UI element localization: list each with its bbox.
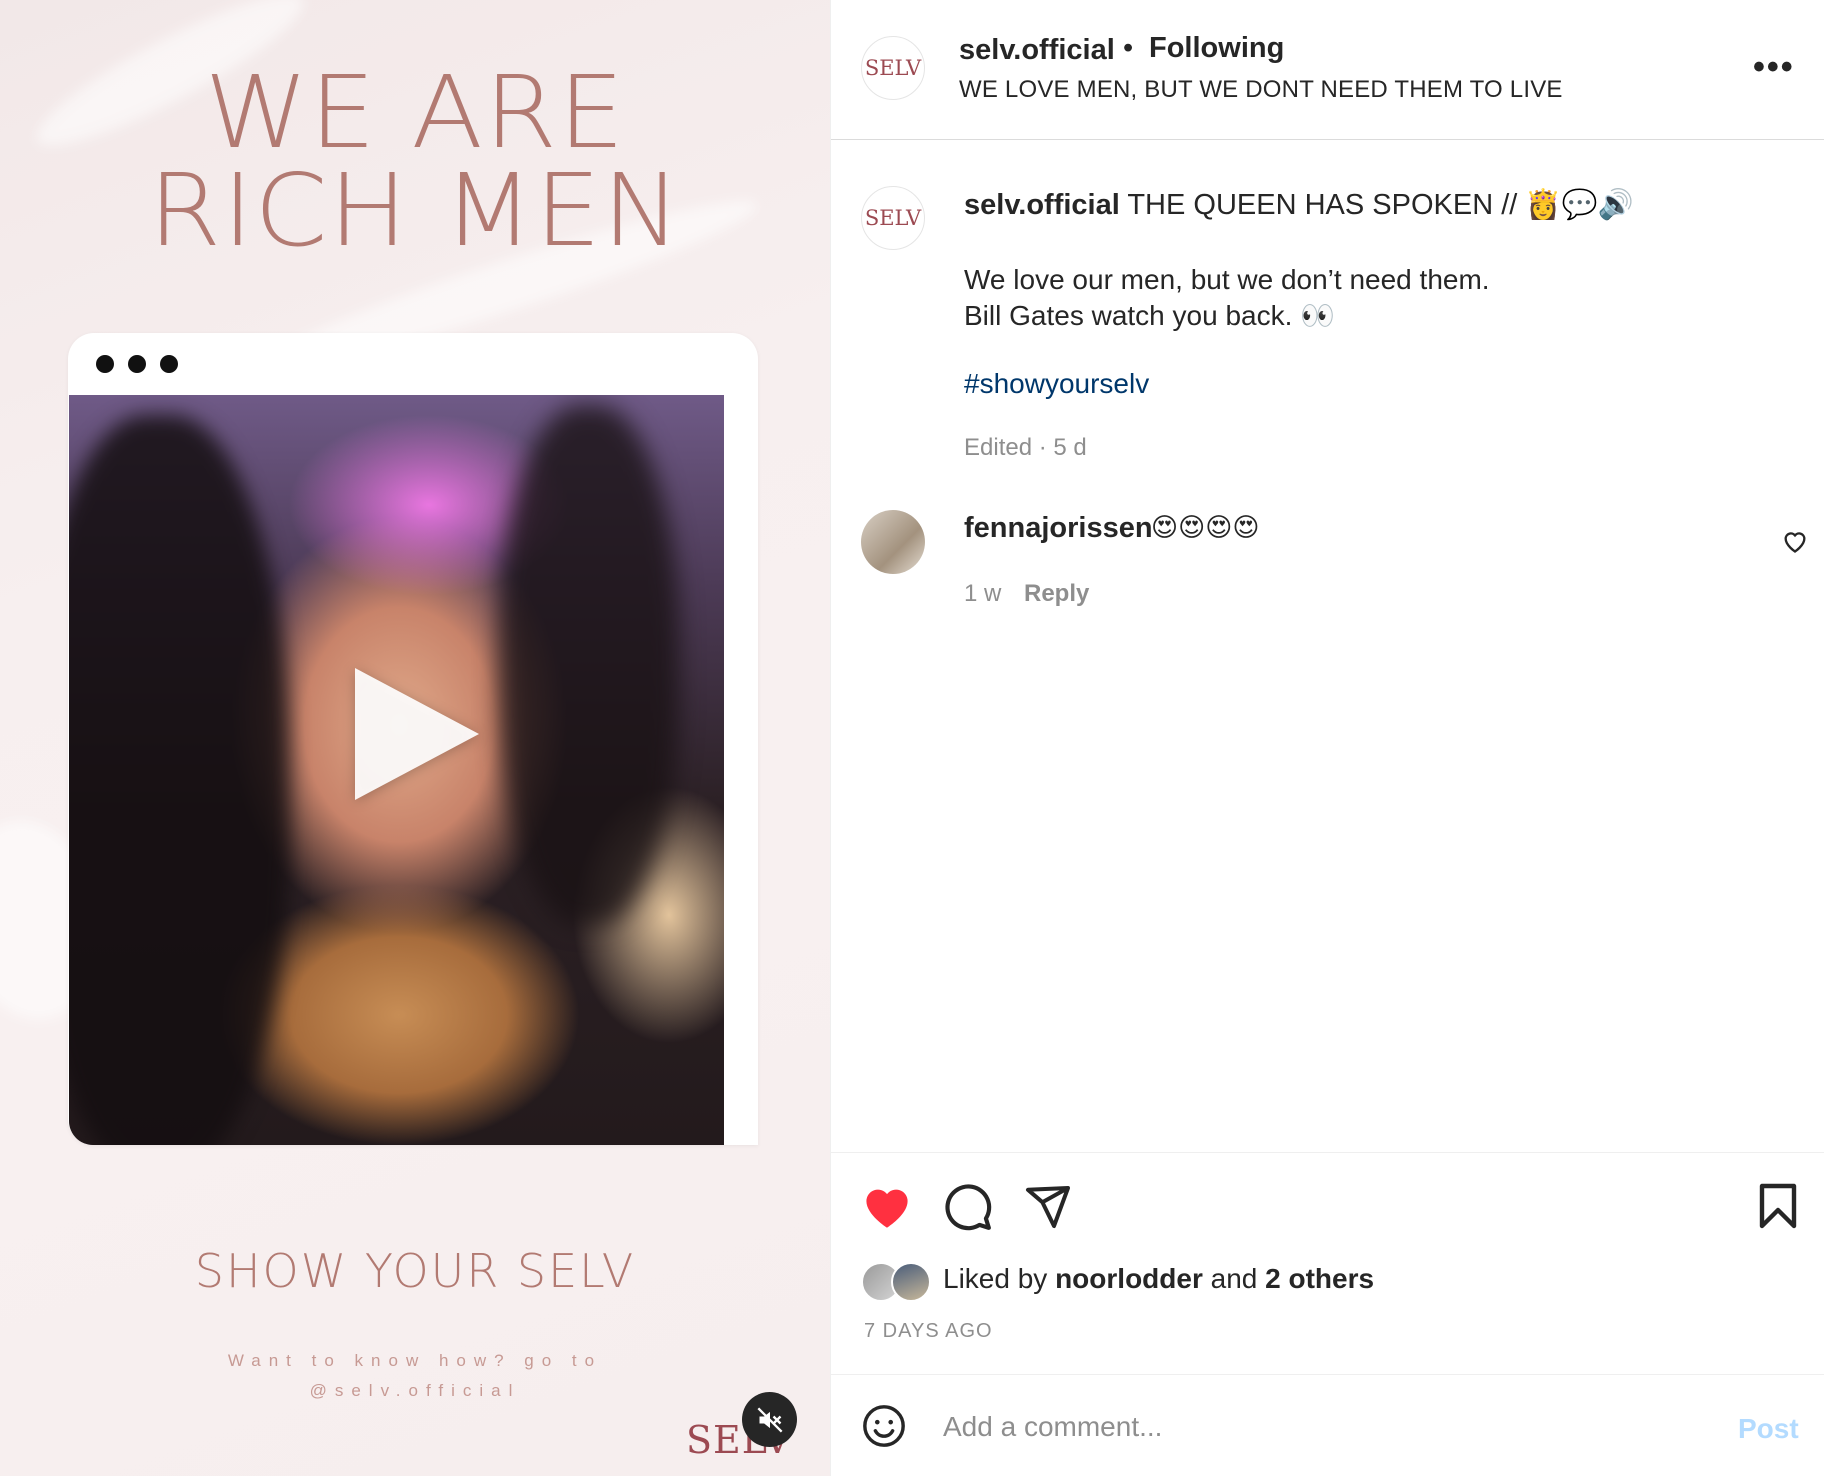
- media-instruction: Want to know how? go to @selv.official: [227, 1351, 603, 1400]
- window-dots: [96, 355, 178, 373]
- caption-username[interactable]: selv.official: [964, 189, 1120, 221]
- caption-text: THE QUEEN HAS SPOKEN // 👸💬🔊: [1119, 189, 1634, 221]
- media-tagline: SHOW YOUR SELV: [194, 1244, 636, 1298]
- bookmark-icon[interactable]: [1757, 1182, 1799, 1230]
- speaker-muted-icon: [757, 1407, 782, 1432]
- more-options-button[interactable]: •••: [1753, 48, 1795, 87]
- likes-others-link[interactable]: 2 others: [1265, 1263, 1374, 1294]
- author-avatar[interactable]: SELV: [861, 36, 925, 100]
- comment-input[interactable]: [943, 1407, 1703, 1447]
- reply-button[interactable]: Reply: [1024, 580, 1089, 608]
- liker-username[interactable]: noorlodder: [1055, 1263, 1203, 1294]
- liker-avatar[interactable]: [891, 1262, 931, 1302]
- mute-button[interactable]: [742, 1392, 797, 1447]
- post-button[interactable]: Post: [1738, 1413, 1799, 1445]
- comment-like-icon[interactable]: [1781, 528, 1809, 554]
- hashtag-link[interactable]: #showyourselv: [964, 368, 1149, 400]
- post-media[interactable]: WE ARE RICH MEN SHOW YOUR SELV Want to k…: [0, 0, 830, 1476]
- comment-bubble-icon[interactable]: [943, 1182, 993, 1232]
- caption-avatar[interactable]: SELV: [861, 186, 925, 250]
- separator-dot: •: [1123, 32, 1134, 64]
- media-headline: WE ARE RICH MEN: [0, 54, 830, 269]
- headline-line-1: WE ARE: [204, 54, 626, 171]
- comment-username[interactable]: fennajorissen: [964, 512, 1153, 545]
- author-subtitle: WE LOVE MEN, BUT WE DONT NEED THEM TO LI…: [959, 76, 1563, 103]
- heart-filled-icon[interactable]: [861, 1182, 913, 1230]
- caption-meta: Edited · 5 d: [964, 434, 1087, 461]
- author-username[interactable]: selv.official: [959, 34, 1115, 67]
- caption-line: Bill Gates watch you back. 👀: [964, 300, 1336, 331]
- headline-line-2: RICH MEN: [148, 152, 682, 269]
- post-timestamp: 7 DAYS AGO: [864, 1320, 993, 1342]
- comment-text: 😍😍😍😍: [1151, 512, 1260, 542]
- emoji-icon[interactable]: [861, 1403, 907, 1449]
- comment-time: 1 w: [964, 580, 1002, 607]
- commenter-avatar[interactable]: [861, 510, 925, 574]
- post-header: SELV selv.official • Following WE LOVE M…: [831, 0, 1824, 140]
- caption-body: We love our men, but we don’t need them.…: [964, 262, 1490, 334]
- post-detail-panel: SELV selv.official • Following WE LOVE M…: [830, 0, 1824, 1476]
- actions-divider: [831, 1152, 1824, 1153]
- caption-first-line: selv.official THE QUEEN HAS SPOKEN // 👸💬…: [964, 188, 1634, 222]
- play-icon[interactable]: [355, 668, 479, 800]
- caption-line: We love our men, but we don’t need them.: [964, 264, 1490, 295]
- following-button[interactable]: Following: [1149, 32, 1284, 65]
- add-comment-bar: Post: [831, 1374, 1824, 1476]
- paper-plane-icon[interactable]: [1023, 1182, 1073, 1230]
- likes-summary: Liked by noorlodder and 2 others: [943, 1263, 1375, 1294]
